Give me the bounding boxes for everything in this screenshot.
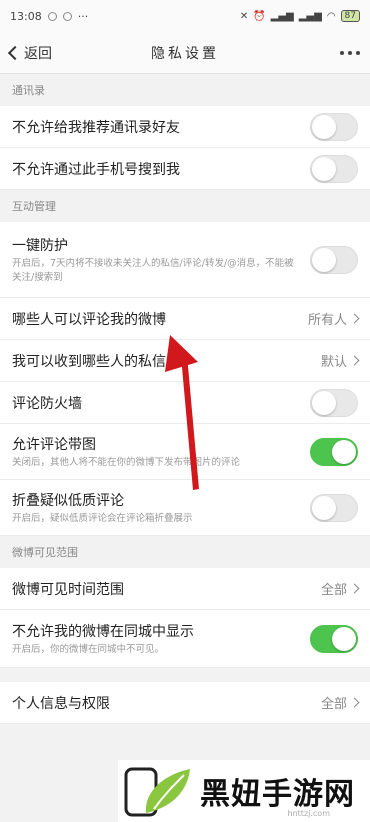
chevron-left-icon <box>7 45 23 60</box>
toggle-switch[interactable] <box>310 388 358 417</box>
back-button[interactable]: 返回 <box>7 43 52 63</box>
toggle-switch[interactable] <box>310 493 358 522</box>
dot-icon <box>356 50 360 55</box>
section-header-interaction: 互动管理 <box>0 190 370 222</box>
setting-row-who-can-message[interactable]: 我可以收到哪些人的私信 默认 <box>0 340 370 382</box>
chevron-right-icon <box>349 583 360 594</box>
mute-icon: ✕ <box>239 10 249 22</box>
signal-icon: ▂▄▆ <box>270 10 294 22</box>
setting-label: 我可以收到哪些人的私信 <box>12 353 166 370</box>
chevron-right-icon <box>349 355 360 366</box>
setting-row-who-can-comment[interactable]: 哪些人可以评论我的微博 所有人 <box>0 298 370 340</box>
page-title: 隐私设置 <box>151 45 219 62</box>
section-header-visibility: 微博可见范围 <box>0 536 370 568</box>
status-bar: 13:08 ··· ✕ ⏰ ▂▄▆ ▂▄▆ ◠ 87 <box>0 0 370 32</box>
setting-label: 微博可见时间范围 <box>12 581 124 598</box>
more-options-button[interactable] <box>340 50 360 55</box>
battery-icon: 87 <box>340 10 360 22</box>
watermark-text: 黑妞手游网 <box>200 777 355 812</box>
toggle-switch[interactable] <box>310 624 358 653</box>
setting-value: 默认 <box>320 355 347 370</box>
wifi-icon: ◠ <box>326 10 336 22</box>
toggle-switch[interactable] <box>310 154 358 183</box>
setting-description: 开启后，疑似低质评论会在评论箱折叠展示 <box>12 512 193 524</box>
dot-icon <box>340 50 344 55</box>
setting-row-personal-info[interactable]: 个人信息与权限 全部 <box>0 682 370 724</box>
chevron-right-icon <box>349 313 360 324</box>
setting-row-phone-search[interactable]: 不允许通过此手机号搜到我 <box>0 148 370 190</box>
setting-label: 一键防护 <box>12 237 68 254</box>
nav-bar: 返回 隐私设置 <box>0 32 370 74</box>
setting-label: 不允许我的微博在同城中显示 <box>12 623 194 640</box>
toggle-switch[interactable] <box>310 437 358 466</box>
setting-description: 开启后，你的微博在同城中不可见。 <box>12 643 165 655</box>
setting-label: 不允许给我推荐通讯录好友 <box>12 119 180 136</box>
setting-value: 全部 <box>320 697 347 712</box>
shield-icon <box>62 11 72 21</box>
watermark-url: hnttzj.com <box>287 809 330 818</box>
setting-row-recommend-contacts[interactable]: 不允许给我推荐通讯录好友 <box>0 106 370 148</box>
setting-row-visible-time-range[interactable]: 微博可见时间范围 全部 <box>0 568 370 610</box>
status-time: 13:08 <box>10 9 42 23</box>
toggle-switch[interactable] <box>310 245 358 274</box>
toggle-switch[interactable] <box>310 112 358 141</box>
watermark-logo-icon <box>124 763 194 819</box>
dot-icon <box>348 50 352 55</box>
setting-row-allow-comment-image[interactable]: 允许评论带图 关闭后，其他人将不能在你的微博下发布带图片的评论 <box>0 424 370 480</box>
more-notifications-icon: ··· <box>77 9 89 23</box>
back-label: 返回 <box>24 45 52 62</box>
setting-label: 评论防火墙 <box>12 395 82 412</box>
notification-icon <box>47 11 57 21</box>
setting-value: 全部 <box>320 583 347 598</box>
setting-description: 关闭后，其他人将不能在你的微博下发布带图片的评论 <box>12 456 241 468</box>
setting-label: 允许评论带图 <box>12 436 96 453</box>
section-header-contacts: 通讯录 <box>0 74 370 106</box>
setting-row-one-key-protect[interactable]: 一键防护 开启后，7天内将不接收未关注人的私信/评论/转发/@消息，不能被关注/… <box>0 222 370 298</box>
setting-description: 开启后，7天内将不接收未关注人的私信/评论/转发/@消息，不能被关注/搜索到 <box>12 257 294 283</box>
chevron-right-icon <box>349 697 360 708</box>
setting-value: 所有人 <box>307 313 347 328</box>
setting-label: 个人信息与权限 <box>12 695 110 712</box>
watermark: 黑妞手游网 hnttzj.com <box>118 760 370 822</box>
setting-label: 哪些人可以评论我的微博 <box>12 311 166 328</box>
setting-label: 折叠疑似低质评论 <box>12 492 124 509</box>
alarm-icon: ⏰ <box>253 10 266 22</box>
setting-row-fold-low-quality[interactable]: 折叠疑似低质评论 开启后，疑似低质评论会在评论箱折叠展示 <box>0 480 370 536</box>
setting-row-comment-firewall[interactable]: 评论防火墙 <box>0 382 370 424</box>
signal2-icon: ▂▄▆ <box>298 10 322 22</box>
setting-row-same-city[interactable]: 不允许我的微博在同城中显示 开启后，你的微博在同城中不可见。 <box>0 610 370 668</box>
setting-label: 不允许通过此手机号搜到我 <box>12 161 180 178</box>
